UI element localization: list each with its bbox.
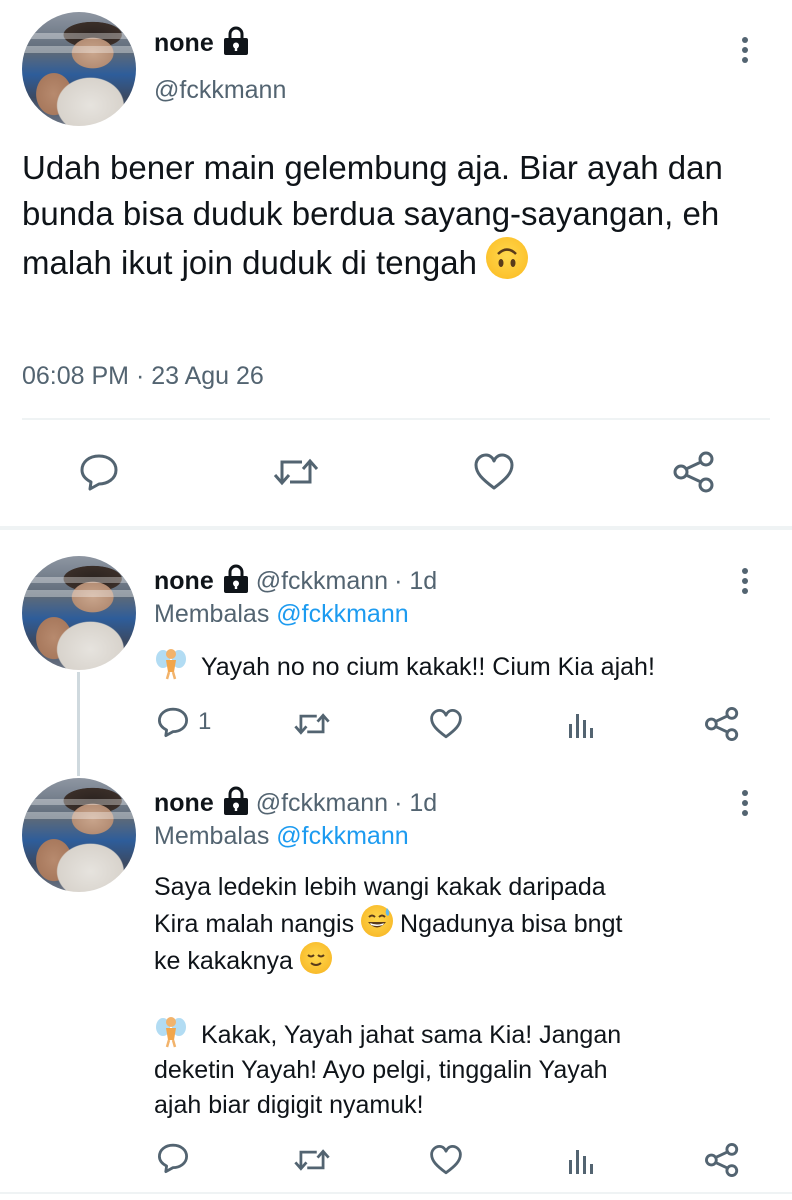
reply-button[interactable]: 1 (156, 706, 211, 738)
share-button[interactable] (704, 706, 740, 742)
relieved-face-icon (299, 942, 332, 974)
username[interactable]: @fckkmann (256, 789, 388, 818)
tweet-line: Yayah no no cium kakak!! Cium Kia ajah! (200, 653, 655, 681)
share-button[interactable] (672, 450, 716, 494)
tweet-text: Saya ledekin lebih wangi kakak daripada … (154, 870, 622, 1123)
like-icon (428, 1144, 464, 1176)
like-icon (428, 708, 464, 740)
reply-button[interactable] (156, 1142, 190, 1174)
replying-to-link[interactable]: @fckkmann (276, 600, 408, 628)
tweet-line: Kakak, Yayah jahat sama Kia! Jangan (154, 1014, 622, 1053)
reply-icon (78, 452, 120, 492)
replying-to-link[interactable]: @fckkmann (276, 822, 408, 850)
replying-label: Membalas (154, 600, 270, 628)
fairy-icon (154, 1014, 188, 1048)
lock-icon (222, 564, 250, 599)
retweet-icon (293, 1144, 331, 1176)
tweet-line-part: Ngadunya bisa bngt (400, 910, 623, 938)
avatar[interactable] (22, 778, 136, 892)
analytics-button[interactable] (566, 708, 598, 740)
tweet-line: deketin Yayah! Ayo pelgi, tinggalin Yaya… (154, 1056, 608, 1084)
like-icon (472, 452, 516, 492)
tweet-timestamp[interactable]: 06:08 PM · 23 Agu 26 (22, 362, 264, 391)
author-row: none (154, 26, 250, 61)
retweet-icon (272, 452, 320, 492)
retweet-icon (293, 708, 331, 740)
share-icon (672, 450, 716, 494)
analytics-icon (566, 1144, 598, 1176)
tweet-text: Udah bener main gelembung aja. Biar ayah… (22, 145, 782, 286)
replying-to: Membalas @fckkmann (154, 822, 409, 851)
analytics-icon (566, 708, 598, 740)
reply-icon (156, 706, 190, 738)
tweet-line: Kira malah nangis Ngadunya bisa bngt (154, 905, 622, 942)
replying-to: Membalas @fckkmann (154, 600, 409, 629)
share-icon (704, 706, 740, 742)
upside-down-face-icon (486, 237, 529, 279)
divider (22, 418, 770, 420)
username[interactable]: @fckkmann (256, 567, 388, 596)
display-name[interactable]: none (154, 567, 214, 596)
more-options-icon[interactable] (740, 790, 750, 820)
section-divider (0, 526, 792, 530)
username[interactable]: @fckkmann (154, 76, 286, 105)
tweet-age[interactable]: · 1d (394, 567, 437, 596)
author-row: none @fckkmann · 1d (154, 564, 437, 599)
thread-line (77, 672, 80, 776)
display-name[interactable]: none (154, 29, 214, 58)
display-name[interactable]: none (154, 789, 214, 818)
grinning-sweat-icon (361, 905, 394, 937)
replying-label: Membalas (154, 822, 270, 850)
author-row: none @fckkmann · 1d (154, 786, 437, 821)
lock-icon (222, 786, 250, 821)
reply-count: 1 (198, 708, 212, 735)
tweet-line: ajah biar digigit nyamuk! (154, 1091, 424, 1119)
share-button[interactable] (704, 1142, 740, 1178)
fairy-icon (154, 646, 188, 680)
more-options-icon[interactable] (740, 568, 750, 598)
tweet-line-part: Kira malah nangis (154, 910, 355, 938)
more-options-icon[interactable] (740, 37, 750, 67)
like-button[interactable] (472, 452, 516, 492)
tweet-text-content: Udah bener main gelembung aja. Biar ayah… (22, 149, 723, 281)
like-button[interactable] (428, 708, 464, 740)
tweet-line-part: ke kakaknya (154, 947, 293, 975)
avatar[interactable] (22, 12, 136, 126)
tweet-line: Saya ledekin lebih wangi kakak daripada (154, 873, 606, 901)
lock-icon (222, 26, 250, 61)
reply-icon (156, 1142, 190, 1174)
analytics-button[interactable] (566, 1144, 598, 1176)
section-divider (0, 1192, 792, 1194)
tweet-age[interactable]: · 1d (394, 789, 437, 818)
tweet-line-part: Kakak, Yayah jahat sama Kia! Jangan (200, 1021, 622, 1049)
tweet-line: ke kakaknya (154, 942, 622, 979)
avatar[interactable] (22, 556, 136, 670)
retweet-button[interactable] (293, 1144, 331, 1176)
retweet-button[interactable] (272, 452, 320, 492)
reply-button[interactable] (78, 452, 120, 492)
retweet-button[interactable] (293, 708, 331, 740)
tweet-text: Yayah no no cium kakak!! Cium Kia ajah! (154, 646, 655, 685)
share-icon (704, 1142, 740, 1178)
like-button[interactable] (428, 1144, 464, 1176)
